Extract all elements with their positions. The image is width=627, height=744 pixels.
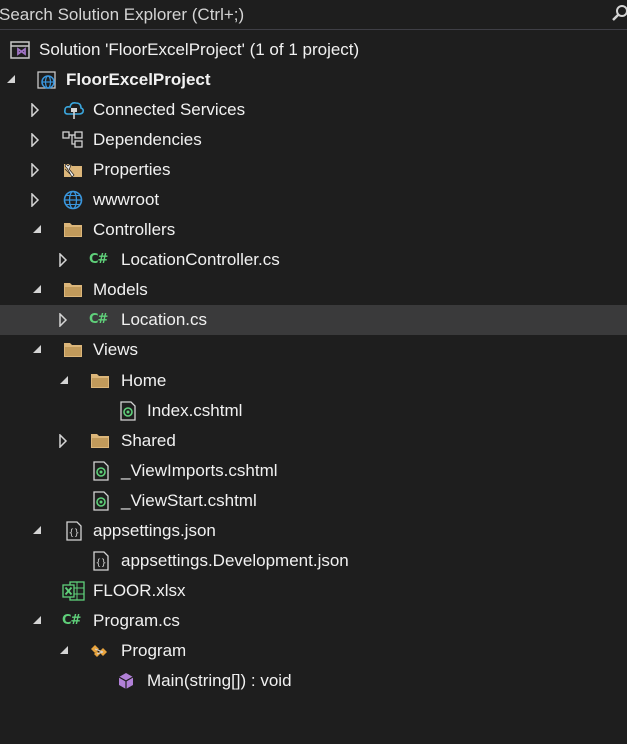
expand-arrow-icon[interactable] (58, 426, 72, 456)
solution-icon (10, 40, 30, 60)
tree-item-location[interactable]: C# Location.cs (0, 305, 627, 335)
dependencies-icon (62, 130, 83, 150)
tree-item-view-imports[interactable]: _ViewImports.cshtml (0, 456, 627, 486)
tree-item-shared[interactable]: Shared (0, 426, 627, 456)
models-label: Models (93, 280, 148, 299)
expand-arrow-icon[interactable] (58, 245, 72, 275)
csharp-file-icon: C# (62, 613, 81, 628)
tree-item-models[interactable]: Models (0, 275, 627, 305)
expand-arrow-icon[interactable] (30, 95, 44, 125)
properties-label: Properties (93, 160, 171, 179)
location-label: Location.cs (121, 310, 207, 329)
collapse-arrow-icon[interactable] (31, 606, 45, 636)
program-cs-label: Program.cs (93, 611, 180, 630)
controllers-label: Controllers (93, 220, 176, 239)
view-start-label: _ViewStart.cshtml (121, 491, 257, 510)
json-file-icon: {} (91, 551, 111, 571)
folder-icon (62, 340, 82, 360)
web-project-icon (37, 70, 57, 90)
shared-label: Shared (121, 431, 176, 450)
tree-item-dependencies[interactable]: Dependencies (0, 125, 627, 155)
tree-item-appsettings[interactable]: {} appsettings.json (0, 516, 627, 546)
tree-item-floor-xlsx[interactable]: FLOOR.xlsx (0, 576, 627, 606)
folder-icon (89, 431, 109, 451)
collapse-arrow-icon[interactable] (31, 215, 45, 245)
tree-item-view-start[interactable]: _ViewStart.cshtml (0, 486, 627, 516)
views-label: Views (93, 340, 139, 359)
tree-item-program-class[interactable]: Program (0, 636, 627, 666)
collapse-arrow-icon[interactable] (58, 636, 72, 666)
expand-arrow-icon[interactable] (30, 125, 44, 155)
folder-icon (62, 220, 82, 240)
tree-item-program-cs[interactable]: C# Program.cs (0, 606, 627, 636)
excel-file-icon (62, 581, 85, 601)
view-imports-label: _ViewImports.cshtml (121, 461, 278, 480)
connected-services-icon (63, 100, 85, 120)
expand-arrow-icon[interactable] (30, 185, 44, 215)
collapse-arrow-icon[interactable] (31, 275, 45, 305)
globe-icon (63, 190, 83, 210)
project-label: FloorExcelProject (66, 70, 211, 89)
expand-arrow-icon[interactable] (58, 305, 72, 335)
connected-services-label: Connected Services (93, 100, 246, 119)
tree-item-project[interactable]: FloorExcelProject (0, 65, 627, 95)
floor-xlsx-label: FLOOR.xlsx (93, 581, 186, 600)
search-icon[interactable] (612, 4, 627, 24)
tree-item-controllers[interactable]: Controllers (0, 215, 627, 245)
svg-text:{}: {} (69, 529, 80, 539)
json-file-icon: {} (64, 521, 84, 541)
dependencies-label: Dependencies (93, 130, 202, 149)
method-icon (116, 671, 136, 691)
location-controller-label: LocationController.cs (121, 250, 280, 269)
razor-file-icon (118, 401, 138, 421)
tree-item-connected-services[interactable]: Connected Services (0, 95, 627, 125)
tree-item-home[interactable]: Home (0, 366, 627, 396)
tree-item-properties[interactable]: Properties (0, 155, 627, 185)
search-bar[interactable]: Search Solution Explorer (Ctrl+;) (0, 0, 627, 30)
program-class-label: Program (121, 641, 187, 660)
appsettings-development-label: appsettings.Development.json (121, 551, 349, 570)
tree-item-location-controller[interactable]: C# LocationController.cs (0, 245, 627, 275)
tree-item-index[interactable]: Index.cshtml (0, 396, 627, 426)
razor-file-icon (91, 491, 111, 511)
home-label: Home (121, 371, 167, 390)
class-icon (89, 641, 109, 661)
tree-item-views[interactable]: Views (0, 335, 627, 365)
index-label: Index.cshtml (147, 401, 243, 420)
appsettings-label: appsettings.json (93, 521, 216, 540)
collapse-arrow-icon[interactable] (31, 516, 45, 546)
search-input[interactable]: Search Solution Explorer (Ctrl+;) (0, 5, 244, 25)
svg-text:{}: {} (96, 559, 107, 569)
collapse-arrow-icon[interactable] (5, 65, 19, 95)
tree-item-wwwroot[interactable]: wwwroot (0, 185, 627, 215)
folder-icon (89, 371, 109, 391)
wwwroot-label: wwwroot (93, 190, 160, 209)
properties-folder-icon (62, 160, 82, 180)
collapse-arrow-icon[interactable] (58, 366, 72, 396)
collapse-arrow-icon[interactable] (31, 335, 45, 365)
tree-item-main-method[interactable]: Main(string[]) : void (0, 666, 627, 696)
tree-item-solution[interactable]: Solution 'FloorExcelProject' (1 of 1 pro… (0, 35, 627, 65)
razor-file-icon (91, 461, 111, 481)
solution-label: Solution 'FloorExcelProject' (1 of 1 pro… (39, 40, 360, 59)
expand-arrow-icon[interactable] (30, 155, 44, 185)
main-method-label: Main(string[]) : void (147, 671, 292, 690)
csharp-file-icon: C# (89, 252, 108, 267)
folder-icon (62, 280, 82, 300)
tree-item-appsettings-development[interactable]: {} appsettings.Development.json (0, 546, 627, 576)
csharp-file-icon: C# (89, 312, 108, 327)
